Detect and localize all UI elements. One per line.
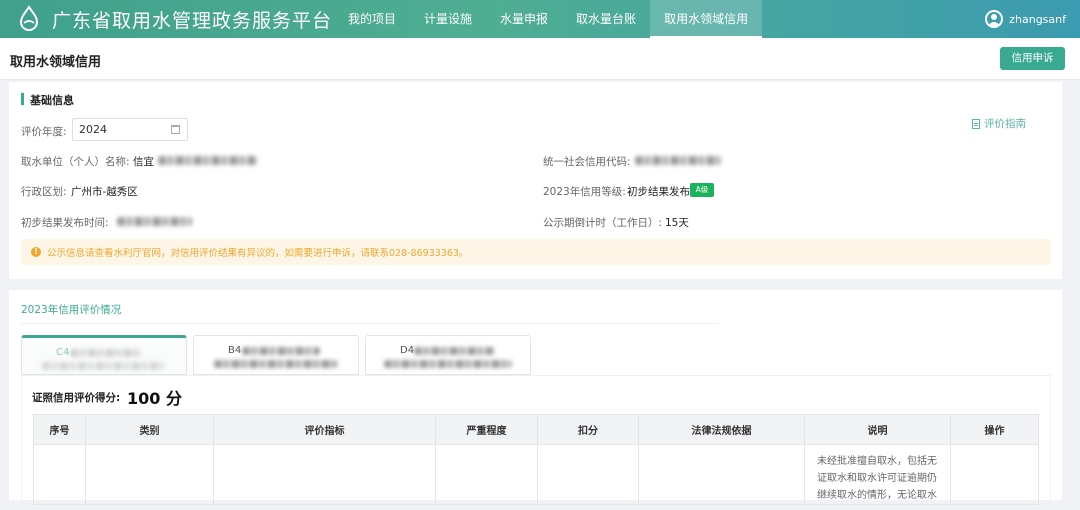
unit-name-value: 信宜 bbox=[133, 156, 154, 168]
col-indicator: 评价指标 bbox=[213, 414, 436, 445]
credit-level-value: 初步结果发布 bbox=[627, 186, 690, 198]
basic-info-card: 基础信息 评价指南 评价年度: 2024 取水单位（个人）名称: 信宜 行政区划… bbox=[9, 82, 1062, 279]
page-header: 取用水领域信用 信用申诉 bbox=[0, 38, 1080, 80]
guide-label: 评价指南 bbox=[984, 118, 1026, 130]
license-tab-c4[interactable]: C4 bbox=[21, 335, 187, 375]
col-legal-basis: 法律法规依据 bbox=[638, 414, 805, 445]
year-value: 2024 bbox=[79, 123, 107, 136]
evaluation-title: 2023年信用评价情况 bbox=[21, 304, 122, 316]
col-description: 说明 bbox=[804, 414, 951, 445]
divider bbox=[21, 323, 719, 324]
redacted-credit-code bbox=[635, 156, 721, 165]
cell-index bbox=[33, 444, 86, 505]
col-actions: 操作 bbox=[950, 414, 1039, 445]
col-category: 类别 bbox=[85, 414, 214, 445]
top-navigation-bar: 广东省取用水管理政务服务平台 我的项目 计量设施 水量申报 取水量台账 取用水领… bbox=[0, 0, 1080, 38]
water-logo-icon bbox=[14, 4, 44, 34]
username: zhangsanf bbox=[1009, 12, 1066, 26]
basic-info-title: 基础信息 bbox=[21, 92, 74, 108]
year-picker[interactable]: 2024 bbox=[72, 118, 188, 141]
col-severity: 严重程度 bbox=[435, 414, 538, 445]
cell-category bbox=[85, 444, 214, 505]
publish-time-label: 初步结果发布时间: bbox=[21, 217, 109, 229]
region-value: 广州市-越秀区 bbox=[71, 186, 138, 198]
nav-metering-facilities[interactable]: 计量设施 bbox=[410, 0, 486, 38]
tab-code: C4 bbox=[56, 347, 70, 358]
app-title: 广东省取用水管理政务服务平台 bbox=[52, 9, 333, 32]
cell-deduction bbox=[537, 444, 639, 505]
table-row: 未经批准擅自取水，包括无证取水和取水许可证逾期仍继续取水的情形，无论取水 bbox=[33, 444, 1039, 505]
countdown-label: 公示期倒计时（工作日）: bbox=[543, 217, 663, 229]
redacted-license-code bbox=[70, 349, 142, 357]
region-label: 行政区划: bbox=[21, 186, 67, 198]
calendar-icon bbox=[171, 125, 180, 134]
credit-appeal-button[interactable]: 信用申诉 bbox=[1000, 47, 1065, 70]
user-avatar-icon bbox=[985, 10, 1004, 28]
cell-description: 未经批准擅自取水，包括无证取水和取水许可证逾期仍继续取水的情形，无论取水 bbox=[804, 444, 951, 505]
credit-code-label: 统一社会信用代码: bbox=[543, 156, 631, 168]
redacted-license-name bbox=[42, 362, 164, 370]
col-deduction: 扣分 bbox=[537, 414, 639, 445]
tab-code: D4 bbox=[400, 345, 415, 356]
nav-water-credit[interactable]: 取用水领域信用 bbox=[650, 0, 763, 38]
notice-banner: ! 公示信息请查看水利厅官网，对信用评价结果有异议的，如需要进行申诉，请联系02… bbox=[21, 239, 1051, 265]
nav-my-projects[interactable]: 我的项目 bbox=[334, 0, 410, 38]
score-label: 证照信用评价得分: bbox=[32, 392, 121, 404]
evaluation-table: 序号 类别 评价指标 严重程度 扣分 法律法规依据 说明 操作 未经批准擅自取水… bbox=[33, 414, 1039, 505]
col-index: 序号 bbox=[33, 414, 86, 445]
evaluation-card: 2023年信用评价情况 C4 B4 D4 证照信用评价得分: 100 分 序号 … bbox=[9, 290, 1062, 505]
year-label: 评价年度: bbox=[21, 126, 67, 138]
evaluation-panel: 证照信用评价得分: 100 分 序号 类别 评价指标 严重程度 扣分 法律法规依… bbox=[21, 375, 1051, 505]
countdown-value: 15天 bbox=[665, 217, 689, 229]
cell-severity bbox=[435, 444, 538, 505]
redacted-unit-name bbox=[158, 156, 257, 165]
table-header-row: 序号 类别 评价指标 严重程度 扣分 法律法规依据 说明 操作 bbox=[33, 414, 1039, 445]
page-title: 取用水领域信用 bbox=[10, 55, 102, 70]
cell-actions bbox=[950, 444, 1039, 505]
redacted-license-name bbox=[214, 360, 338, 368]
tab-code: B4 bbox=[228, 345, 242, 356]
cell-legal-basis bbox=[638, 444, 805, 505]
nav-water-ledger[interactable]: 取水量台账 bbox=[562, 0, 650, 38]
license-tab-b4[interactable]: B4 bbox=[193, 335, 359, 375]
user-menu[interactable]: zhangsanf bbox=[985, 0, 1066, 38]
license-tab-d4[interactable]: D4 bbox=[365, 335, 531, 375]
main-nav: 我的项目 计量设施 水量申报 取水量台账 取用水领域信用 bbox=[334, 0, 763, 38]
notice-text: 公示信息请查看水利厅官网，对信用评价结果有异议的，如需要进行申诉，请联系028-… bbox=[47, 248, 469, 259]
warning-icon: ! bbox=[31, 247, 41, 257]
credit-level-label: 2023年信用等级: bbox=[543, 186, 626, 198]
nav-water-declaration[interactable]: 水量申报 bbox=[486, 0, 562, 38]
cell-indicator bbox=[213, 444, 436, 505]
evaluation-guide-link[interactable]: 评价指南 bbox=[972, 116, 1026, 131]
credit-level-badge: A级 bbox=[690, 183, 714, 197]
redacted-publish-time bbox=[117, 217, 192, 226]
unit-name-label: 取水单位（个人）名称: bbox=[21, 156, 130, 168]
score-value: 100 分 bbox=[127, 389, 182, 408]
redacted-license-code bbox=[414, 347, 494, 355]
redacted-license-code bbox=[242, 347, 320, 355]
document-icon bbox=[972, 118, 980, 129]
redacted-license-name bbox=[384, 360, 512, 368]
